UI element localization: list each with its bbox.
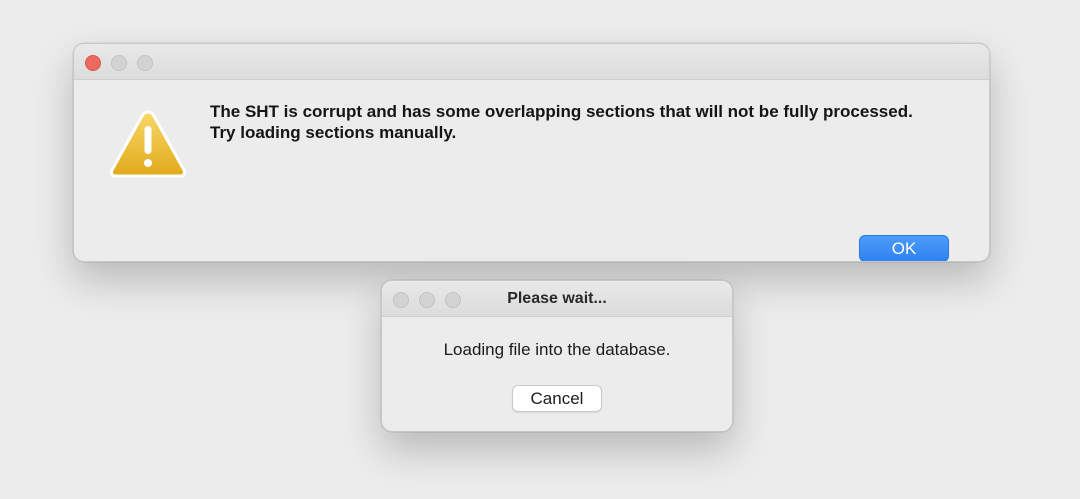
- wait-titlebar[interactable]: Please wait...: [382, 281, 732, 317]
- alert-dialog: The SHT is corrupt and has some overlapp…: [73, 43, 990, 262]
- ok-button[interactable]: OK: [859, 235, 949, 261]
- alert-body: The SHT is corrupt and has some overlapp…: [74, 80, 989, 261]
- alert-message-line-2: Try loading sections manually.: [210, 123, 457, 142]
- warning-icon: [110, 110, 186, 178]
- wait-message: Loading file into the database.: [443, 340, 671, 359]
- zoom-button[interactable]: [137, 55, 153, 71]
- window-controls: [85, 55, 153, 71]
- wait-dialog: Please wait... Loading file into the dat…: [381, 280, 733, 432]
- alert-message-line-1: The SHT is corrupt and has some overlapp…: [210, 102, 913, 121]
- alert-titlebar[interactable]: [74, 44, 989, 80]
- wait-dialog-title: Please wait...: [507, 290, 607, 307]
- cancel-button[interactable]: Cancel: [512, 385, 602, 412]
- wait-body: Loading file into the database. Cancel: [382, 317, 732, 431]
- minimize-button[interactable]: [111, 55, 127, 71]
- alert-message: The SHT is corrupt and has some overlapp…: [210, 101, 970, 143]
- close-button[interactable]: [85, 55, 101, 71]
